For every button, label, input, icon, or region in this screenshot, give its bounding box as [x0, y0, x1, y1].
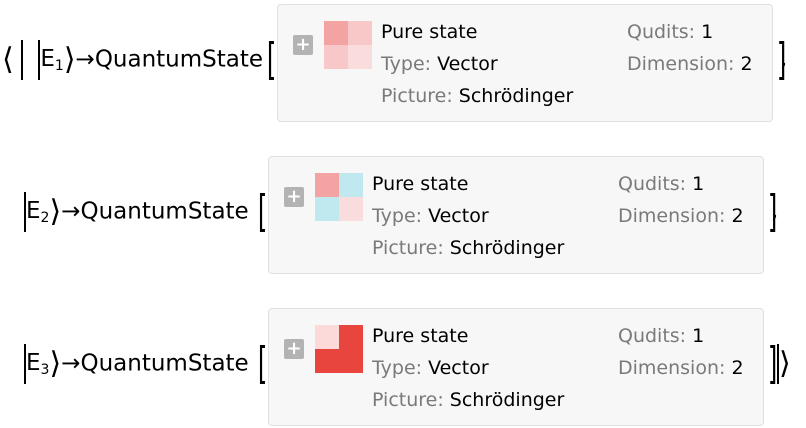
- matrix-cell: [339, 349, 363, 373]
- ket-right-angle: ⟩: [49, 194, 62, 229]
- arrow: →: [61, 198, 81, 225]
- state-title: Pure state: [381, 21, 478, 43]
- rule-expression-2: E2⟩→QuantumState: [24, 192, 249, 232]
- left-bracket: [: [266, 34, 277, 85]
- function-name: QuantumState: [94, 46, 264, 73]
- ket-label: E3: [26, 349, 50, 378]
- type-field: Type: Vector: [372, 357, 489, 379]
- trailing-symbol: ,: [780, 46, 788, 72]
- outer-right-angle: ⟩: [779, 346, 791, 381]
- quantum-state-summary-box: + Pure state Type: Vector Picture: Schrö…: [277, 4, 773, 122]
- left-bracket: [: [257, 338, 268, 389]
- rule-expression-3: E3⟩→QuantumState: [24, 344, 249, 384]
- outer-left-angle: ⟨: [2, 42, 14, 77]
- quantum-state-summary-box: + Pure state Type: Vector Picture: Schrö…: [268, 156, 764, 274]
- ket-label: E2: [26, 197, 50, 226]
- state-title: Pure state: [372, 173, 469, 195]
- matrix-cell: [339, 197, 363, 221]
- trailing-symbol: ,: [771, 198, 779, 224]
- matrix-cell: [315, 173, 339, 197]
- right-bracket: ]: [767, 338, 778, 389]
- ket-right-angle: ⟩: [49, 346, 62, 381]
- matrix-cell: [339, 325, 363, 349]
- expand-plus-icon[interactable]: +: [284, 187, 304, 207]
- matrix-cell: [324, 21, 348, 45]
- picture-field: Picture: Schrödinger: [372, 237, 565, 259]
- dimension-field: Dimension: 2: [627, 53, 753, 75]
- function-name: QuantumState: [80, 350, 249, 377]
- arrow: →: [75, 46, 95, 73]
- matrix-cell: [348, 21, 372, 45]
- arrow: →: [61, 350, 81, 377]
- dimension-field: Dimension: 2: [618, 357, 744, 379]
- outer-left-bar: [21, 40, 24, 80]
- matrix-cell: [324, 45, 348, 69]
- qudits-field: Qudits: 1: [627, 21, 714, 43]
- rule-expression-1: ⟨ E1⟩→QuantumState: [2, 40, 263, 80]
- type-field: Type: Vector: [381, 53, 498, 75]
- picture-field: Picture: Schrödinger: [381, 85, 574, 107]
- state-title: Pure state: [372, 325, 469, 347]
- matrix-cell: [339, 173, 363, 197]
- qudits-field: Qudits: 1: [618, 325, 705, 347]
- dimension-field: Dimension: 2: [618, 205, 744, 227]
- ket-right-angle: ⟩: [63, 42, 76, 77]
- matrix-cell: [348, 45, 372, 69]
- expand-plus-icon[interactable]: +: [293, 35, 313, 55]
- closing-ket: ⟩: [777, 344, 791, 384]
- density-matrix-plot: [315, 325, 363, 373]
- quantum-state-summary-box: + Pure state Type: Vector Picture: Schrö…: [268, 308, 764, 426]
- picture-field: Picture: Schrödinger: [372, 389, 565, 411]
- ket-label: E1: [40, 45, 64, 74]
- matrix-cell: [315, 197, 339, 221]
- function-name: QuantumState: [80, 198, 249, 225]
- density-matrix-plot: [324, 21, 372, 69]
- left-bracket: [: [257, 186, 268, 237]
- type-field: Type: Vector: [372, 205, 489, 227]
- qudits-field: Qudits: 1: [618, 173, 705, 195]
- matrix-cell: [315, 349, 339, 373]
- density-matrix-plot: [315, 173, 363, 221]
- matrix-cell: [315, 325, 339, 349]
- expand-plus-icon[interactable]: +: [284, 339, 304, 359]
